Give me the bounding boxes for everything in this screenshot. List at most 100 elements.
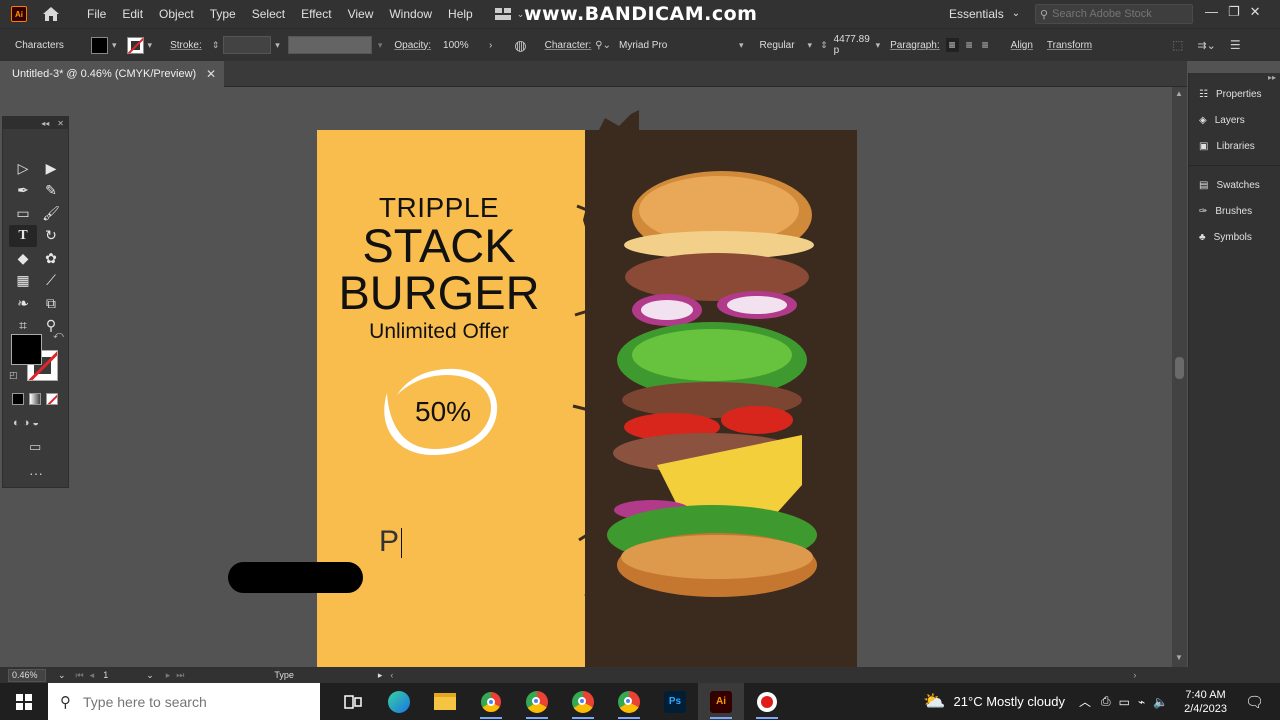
font-family-field[interactable]: Myriad Pro bbox=[615, 36, 735, 54]
tools-panel-header[interactable]: ◂◂ ✕ bbox=[3, 117, 68, 129]
fill-stroke-widget[interactable]: ⤺ ◰ bbox=[9, 330, 64, 384]
close-icon[interactable]: ✕ bbox=[206, 67, 216, 81]
symbols-panel-tab[interactable]: ♣ Symbols bbox=[1189, 224, 1280, 250]
swap-icon[interactable]: ⤺ bbox=[53, 330, 64, 341]
clock[interactable]: 7:40 AM 2/4/2023 bbox=[1184, 688, 1227, 716]
selection-tool-icon[interactable]: ▷ bbox=[9, 157, 37, 180]
burger-image[interactable] bbox=[607, 165, 842, 605]
stroke-weight-field[interactable] bbox=[223, 36, 272, 54]
taskbar-search-input[interactable] bbox=[83, 693, 283, 710]
character-label[interactable]: Character: bbox=[545, 40, 592, 51]
eraser-tool-icon[interactable]: ◆ bbox=[9, 247, 37, 270]
vertical-scroll-thumb[interactable] bbox=[1175, 357, 1184, 379]
chevron-down-icon[interactable]: ▾ bbox=[112, 40, 117, 51]
vertical-scrollbar[interactable]: ▲ ▼ bbox=[1172, 87, 1187, 667]
recolor-artwork-icon[interactable]: ◍ bbox=[514, 37, 526, 54]
notification-icon[interactable]: 🗨 bbox=[1245, 693, 1264, 711]
chevron-down-icon[interactable]: ▾ bbox=[876, 40, 881, 51]
network-icon[interactable]: ⌁ bbox=[1138, 695, 1145, 709]
menu-help[interactable]: Help bbox=[440, 0, 481, 28]
scroll-up-icon[interactable]: ▲ bbox=[1175, 89, 1183, 98]
weather-text[interactable]: 21°C Mostly cloudy bbox=[954, 694, 1065, 709]
next-artboard-icon[interactable]: ▸ bbox=[166, 670, 171, 681]
chevron-down-icon[interactable]: ▾ bbox=[808, 40, 813, 51]
type-tool-icon[interactable]: T bbox=[9, 224, 37, 247]
windows-start-icon[interactable] bbox=[0, 683, 48, 720]
stepper-icon[interactable]: ⇕ bbox=[820, 40, 828, 51]
last-artboard-icon[interactable]: ⏭ bbox=[176, 670, 184, 681]
menu-view[interactable]: View bbox=[340, 0, 382, 28]
volume-icon[interactable]: 🔈 bbox=[1153, 695, 1168, 709]
close-icon[interactable]: ✕ bbox=[1250, 0, 1261, 24]
chrome-icon[interactable] bbox=[514, 683, 560, 720]
align-panel-link[interactable]: Align bbox=[1011, 40, 1033, 51]
task-view-icon[interactable] bbox=[330, 683, 376, 720]
collapse-icon[interactable]: ◂◂ bbox=[41, 119, 49, 128]
stock-search-box[interactable]: ⚲ bbox=[1035, 4, 1193, 24]
shape-builder-tool-icon[interactable]: ⧉ bbox=[37, 292, 65, 315]
menu-effect[interactable]: Effect bbox=[293, 0, 339, 28]
menu-edit[interactable]: Edit bbox=[114, 0, 151, 28]
gradient-tool-icon[interactable]: ▦ bbox=[9, 270, 37, 293]
brushes-panel-tab[interactable]: ✑ Brushes bbox=[1189, 198, 1280, 224]
properties-panel-tab[interactable]: ☷ Properties bbox=[1189, 81, 1280, 107]
opacity-label[interactable]: Opacity: bbox=[394, 40, 431, 51]
menu-file[interactable]: File bbox=[79, 0, 114, 28]
chevron-right-icon[interactable]: › bbox=[489, 40, 492, 51]
paintbrush-tool-icon[interactable]: 🖌 bbox=[37, 202, 65, 225]
font-size-field[interactable]: 4477.89 p bbox=[830, 34, 876, 56]
taskbar-search-box[interactable]: ⚲ bbox=[48, 683, 320, 720]
scroll-left-icon[interactable]: ‹ bbox=[390, 670, 393, 680]
home-icon[interactable] bbox=[41, 4, 61, 24]
headline-burger[interactable]: BURGER bbox=[317, 267, 561, 319]
align-center-icon[interactable]: ≡ bbox=[966, 38, 973, 52]
more-tools-icon[interactable]: ··· bbox=[29, 465, 43, 481]
discount-text[interactable]: 50% bbox=[415, 396, 471, 428]
blend-tool-icon[interactable]: ❧ bbox=[9, 292, 37, 315]
rotate-tool-icon[interactable]: ↻ bbox=[37, 225, 65, 248]
file-explorer-icon[interactable] bbox=[422, 683, 468, 720]
menu-select[interactable]: Select bbox=[244, 0, 293, 28]
arrange-documents-button[interactable]: ⌄ bbox=[494, 8, 524, 20]
libraries-panel-tab[interactable]: ▣ Libraries bbox=[1189, 133, 1280, 159]
menu-type[interactable]: Type bbox=[202, 0, 244, 28]
subheadline-offer[interactable]: Unlimited Offer bbox=[317, 320, 561, 344]
chevron-down-icon[interactable]: ▾ bbox=[148, 40, 153, 51]
close-icon[interactable]: ✕ bbox=[57, 119, 64, 128]
color-icon[interactable] bbox=[12, 393, 24, 405]
paragraph-label[interactable]: Paragraph: bbox=[890, 40, 939, 51]
meet-now-icon[interactable]: ⎙ bbox=[1101, 694, 1111, 709]
default-colors-icon[interactable]: ◰ bbox=[9, 370, 18, 381]
transform-panel-link[interactable]: Transform bbox=[1047, 40, 1092, 51]
align-right-icon[interactable]: ≡ bbox=[982, 38, 989, 52]
headline-stack[interactable]: STACK bbox=[317, 220, 561, 272]
direct-selection-tool-icon[interactable]: ▶ bbox=[37, 157, 65, 180]
stroke-label[interactable]: Stroke: bbox=[170, 40, 202, 51]
minimize-icon[interactable]: — bbox=[1205, 0, 1218, 24]
illustrator-icon[interactable]: Ai bbox=[698, 683, 744, 720]
align-left-icon[interactable]: ≡ bbox=[945, 38, 959, 52]
weather-icon[interactable]: ⛅ bbox=[923, 691, 945, 712]
chevron-down-icon[interactable]: ⌄ bbox=[146, 670, 154, 681]
puppet-warp-tool-icon[interactable]: ✿ bbox=[37, 247, 65, 270]
fill-swatch[interactable] bbox=[91, 36, 108, 54]
first-artboard-icon[interactable]: ⏮ bbox=[76, 670, 84, 681]
chevron-down-icon[interactable]: ⌄ bbox=[58, 670, 66, 681]
bandicam-record-icon[interactable] bbox=[744, 683, 790, 720]
pen-tool-icon[interactable]: ✒ bbox=[9, 180, 37, 203]
chrome-icon[interactable] bbox=[606, 683, 652, 720]
chevron-down-icon[interactable]: ▾ bbox=[378, 40, 383, 51]
stock-search-input[interactable] bbox=[1052, 8, 1183, 20]
menu-object[interactable]: Object bbox=[151, 0, 202, 28]
document-tab[interactable]: Untitled-3* @ 0.46% (CMYK/Preview) ✕ bbox=[0, 61, 224, 87]
text-being-typed[interactable]: P bbox=[379, 525, 403, 559]
screen-mode-icon[interactable]: ▭ bbox=[29, 439, 41, 455]
artboard-number-field[interactable]: 1 bbox=[100, 669, 146, 682]
curvature-tool-icon[interactable]: ✎ bbox=[37, 180, 65, 203]
gradient-icon[interactable] bbox=[29, 393, 41, 405]
variable-width-profile[interactable] bbox=[287, 36, 372, 54]
isolate-icon[interactable]: ⬚ bbox=[1172, 38, 1183, 52]
battery-icon[interactable]: ▭ bbox=[1119, 695, 1130, 709]
photoshop-icon[interactable]: Ps bbox=[652, 683, 698, 720]
prev-artboard-icon[interactable]: ◂ bbox=[90, 670, 95, 681]
